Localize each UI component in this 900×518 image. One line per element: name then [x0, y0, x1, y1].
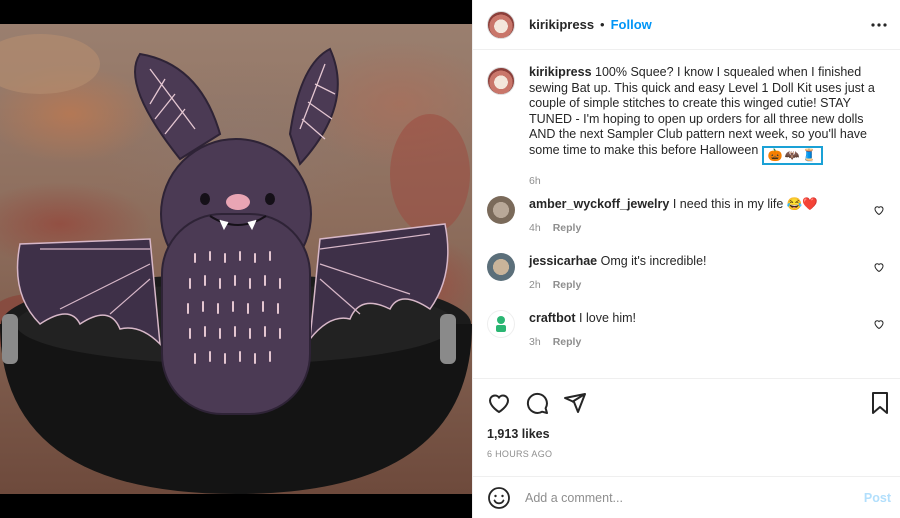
- follow-button[interactable]: Follow: [611, 17, 652, 32]
- author-avatar[interactable]: [487, 10, 515, 39]
- caption: kirikipress 100% Squee? I know I squeale…: [487, 65, 887, 189]
- post-actions: 1,913 likes 6 HOURS AGO: [473, 378, 900, 476]
- comment-body: amber_wyckoff_jewelry I need this in my …: [529, 196, 859, 236]
- caption-username[interactable]: kirikipress: [529, 65, 592, 79]
- post-header: kirikipress • Follow: [473, 0, 900, 50]
- comment-avatar[interactable]: [487, 310, 515, 338]
- comment-text: I love him!: [579, 311, 636, 325]
- caption-body: kirikipress 100% Squee? I know I squeale…: [529, 65, 887, 189]
- comment-time: 3h: [529, 336, 541, 348]
- comment-icon[interactable]: [525, 391, 549, 415]
- photo-letterbox-top: [0, 0, 472, 24]
- comment-username[interactable]: craftbot: [529, 311, 576, 325]
- bookmark-icon[interactable]: [869, 391, 891, 415]
- emoji-smiley-icon[interactable]: [487, 486, 511, 510]
- comment-meta: 3h Reply: [529, 334, 859, 350]
- add-comment-bar: Post: [473, 476, 900, 518]
- comment-meta: 2h Reply: [529, 277, 859, 293]
- post-photo[interactable]: [0, 0, 472, 518]
- comment-row: amber_wyckoff_jewelry I need this in my …: [487, 196, 891, 236]
- comment-time: 4h: [529, 222, 541, 234]
- bat-doll-illustration: [0, 34, 472, 494]
- pumpkin-emoji: 🎃: [767, 147, 783, 162]
- reply-button[interactable]: Reply: [553, 336, 582, 348]
- heart-icon[interactable]: [487, 391, 511, 415]
- comment-like-heart-icon[interactable]: [873, 318, 885, 330]
- header-separator: •: [600, 17, 605, 32]
- comment-username[interactable]: jessicarhae: [529, 254, 597, 268]
- caption-emoji-highlight: 🎃 🦇 🧵: [761, 145, 823, 165]
- post-timestamp: 6 HOURS AGO: [487, 449, 553, 459]
- comment-row: craftbot I love him! 3h Reply: [487, 310, 891, 350]
- bat-emoji: 🦇: [784, 147, 800, 162]
- photo-letterbox-bottom: [0, 494, 472, 518]
- photo-scene: [0, 24, 472, 494]
- comment-body: craftbot I love him! 3h Reply: [529, 310, 859, 350]
- comment-username[interactable]: amber_wyckoff_jewelry: [529, 197, 669, 211]
- post-comment-button[interactable]: Post: [864, 491, 891, 505]
- caption-time: 6h: [529, 174, 541, 187]
- author-username[interactable]: kirikipress: [529, 17, 594, 32]
- post-side-panel: kirikipress • Follow kirikipress 100% Sq…: [472, 0, 900, 518]
- caption-avatar[interactable]: [487, 67, 515, 95]
- comment-emojis: 😂❤️: [786, 197, 818, 211]
- comment-avatar[interactable]: [487, 253, 515, 281]
- comment-text: I need this in my life: [672, 197, 784, 211]
- more-horizontal-icon[interactable]: [869, 15, 889, 35]
- comment-time: 2h: [529, 279, 541, 291]
- robot-icon: [496, 316, 506, 332]
- comment-like-heart-icon[interactable]: [873, 204, 885, 216]
- comment-text: Omg it's incredible!: [600, 254, 707, 268]
- comment-meta: 4h Reply: [529, 220, 859, 236]
- likes-count[interactable]: 1,913 likes: [487, 427, 550, 441]
- reply-button[interactable]: Reply: [553, 222, 582, 234]
- share-icon[interactable]: [563, 391, 587, 415]
- thread-emoji: 🧵: [801, 147, 817, 162]
- comment-body: jessicarhae Omg it's incredible! 2h Reply: [529, 253, 859, 293]
- action-icons: [487, 391, 587, 415]
- comment-like-heart-icon[interactable]: [873, 261, 885, 273]
- reply-button[interactable]: Reply: [553, 279, 582, 291]
- comment-row: jessicarhae Omg it's incredible! 2h Reply: [487, 253, 891, 293]
- comments-section[interactable]: kirikipress 100% Squee? I know I squeale…: [473, 51, 900, 377]
- comment-avatar[interactable]: [487, 196, 515, 224]
- comment-input[interactable]: [525, 490, 835, 505]
